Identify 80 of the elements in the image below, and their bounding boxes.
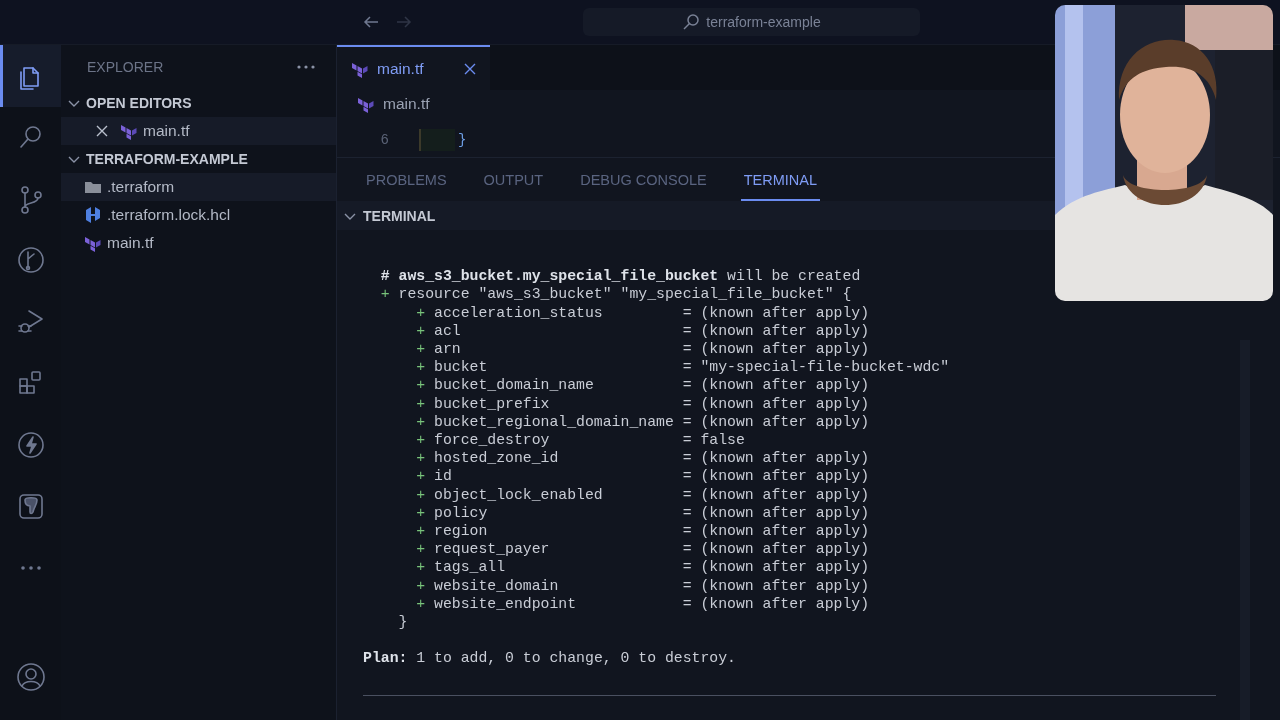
diff-marker: + [416, 540, 426, 559]
explorer-title: EXPLORER [87, 59, 164, 75]
attribute-name: policy [434, 503, 489, 523]
attribute-name: bucket_regional_domain_name [434, 412, 675, 431]
terminal-text: Plan: 1 to add, 0 to change, 0 to destroy. [363, 649, 736, 668]
diff-marker: + [416, 522, 426, 541]
attribute-value: = (known after apply) [682, 522, 870, 541]
attribute-value: = (known after apply) [682, 394, 870, 413]
line-number: 6 [379, 131, 389, 148]
account-icon [14, 661, 47, 694]
attribute-name: force_destroy [434, 431, 551, 450]
close-icon[interactable] [95, 124, 109, 138]
attribute-value: = (known after apply) [682, 576, 870, 595]
attribute-name: bucket_domain_name [434, 376, 595, 395]
diff-marker: + [416, 467, 426, 486]
file-item[interactable]: main.tf [61, 229, 336, 257]
command-search-field[interactable]: terraform-example [583, 8, 920, 36]
terraform-icon [120, 122, 138, 140]
attribute-name: tags_all [434, 558, 507, 577]
diff-marker: + [416, 303, 426, 322]
attribute-name: bucket [434, 358, 489, 377]
diff-marker: + [416, 576, 426, 595]
search-icon [682, 13, 701, 31]
attribute-name: object_lock_enabled [434, 485, 604, 504]
diff-marker: + [416, 485, 426, 504]
diff-marker: + [416, 376, 426, 395]
diff-marker: + [416, 449, 426, 468]
attribute-value: = false [682, 431, 745, 450]
diff-marker: + [380, 285, 390, 304]
section-header[interactable]: TERRAFORM-EXAMPLE [61, 145, 336, 173]
attribute-value: = (known after apply) [682, 558, 870, 577]
attribute-name: website_domain [434, 576, 560, 595]
diff-marker: + [416, 412, 426, 431]
diff-marker: + [416, 358, 426, 377]
attribute-name: website_endpoint [434, 594, 578, 614]
editor-tab[interactable]: main.tf [337, 45, 490, 90]
attribute-value: = (known after apply) [682, 321, 870, 340]
section-header[interactable]: OPEN EDITORS [61, 89, 336, 117]
attribute-value: = (known after apply) [682, 467, 870, 486]
attribute-name: acceleration_status [434, 303, 604, 322]
attribute-name: arn [434, 340, 462, 359]
attribute-value: = (known after apply) [682, 449, 870, 468]
attribute-value: = (known after apply) [682, 503, 870, 523]
more-actions-icon[interactable] [296, 64, 316, 70]
diff-marker: + [416, 558, 426, 577]
indent-guide [419, 128, 455, 151]
terminal-text: # aws_s3_bucket.my_special_file_bucket will be created [380, 267, 861, 286]
attribute-value: = (known after apply) [682, 485, 870, 504]
attribute-name: id [434, 467, 453, 486]
code-text: } [458, 131, 467, 148]
diff-marker: + [416, 594, 426, 614]
terraform-icon [84, 234, 102, 252]
attribute-value: = (known after apply) [682, 540, 870, 559]
attribute-value: = (known after apply) [682, 412, 870, 431]
file-item[interactable]: .terraform [61, 173, 336, 201]
diff-marker: + [416, 340, 426, 359]
diff-marker: + [416, 503, 426, 523]
activity-item[interactable] [0, 45, 61, 107]
attribute-value: = (known after apply) [682, 340, 870, 359]
file-item[interactable]: main.tf [61, 117, 336, 145]
close-icon[interactable] [463, 61, 477, 76]
hcl-icon [84, 206, 102, 224]
attribute-name: region [434, 522, 489, 541]
breadcrumb-item[interactable]: main.tf [383, 94, 430, 113]
more-icon [19, 564, 42, 571]
terminal-text: resource "aws_s3_bucket" "my_special_file_bucket" { [398, 285, 852, 304]
attribute-value: = (known after apply) [682, 594, 870, 614]
attribute-value: = (known after apply) [682, 376, 870, 395]
attribute-name: acl [434, 321, 462, 340]
diff-marker: + [416, 394, 426, 413]
diff-marker: + [416, 431, 426, 450]
attribute-name: request_payer [434, 540, 551, 559]
terminal-text: } [398, 613, 408, 632]
diff-marker: + [416, 321, 426, 340]
attribute-value: = "my-special-file-bucket-wdc" [682, 358, 950, 377]
attribute-name: hosted_zone_id [434, 449, 560, 468]
attribute-name: bucket_prefix [434, 394, 551, 413]
file-item[interactable]: .terraform.lock.hcl [61, 201, 336, 229]
terminal-header[interactable]: TERMINAL [337, 201, 1055, 230]
attribute-value: = (known after apply) [682, 303, 870, 322]
